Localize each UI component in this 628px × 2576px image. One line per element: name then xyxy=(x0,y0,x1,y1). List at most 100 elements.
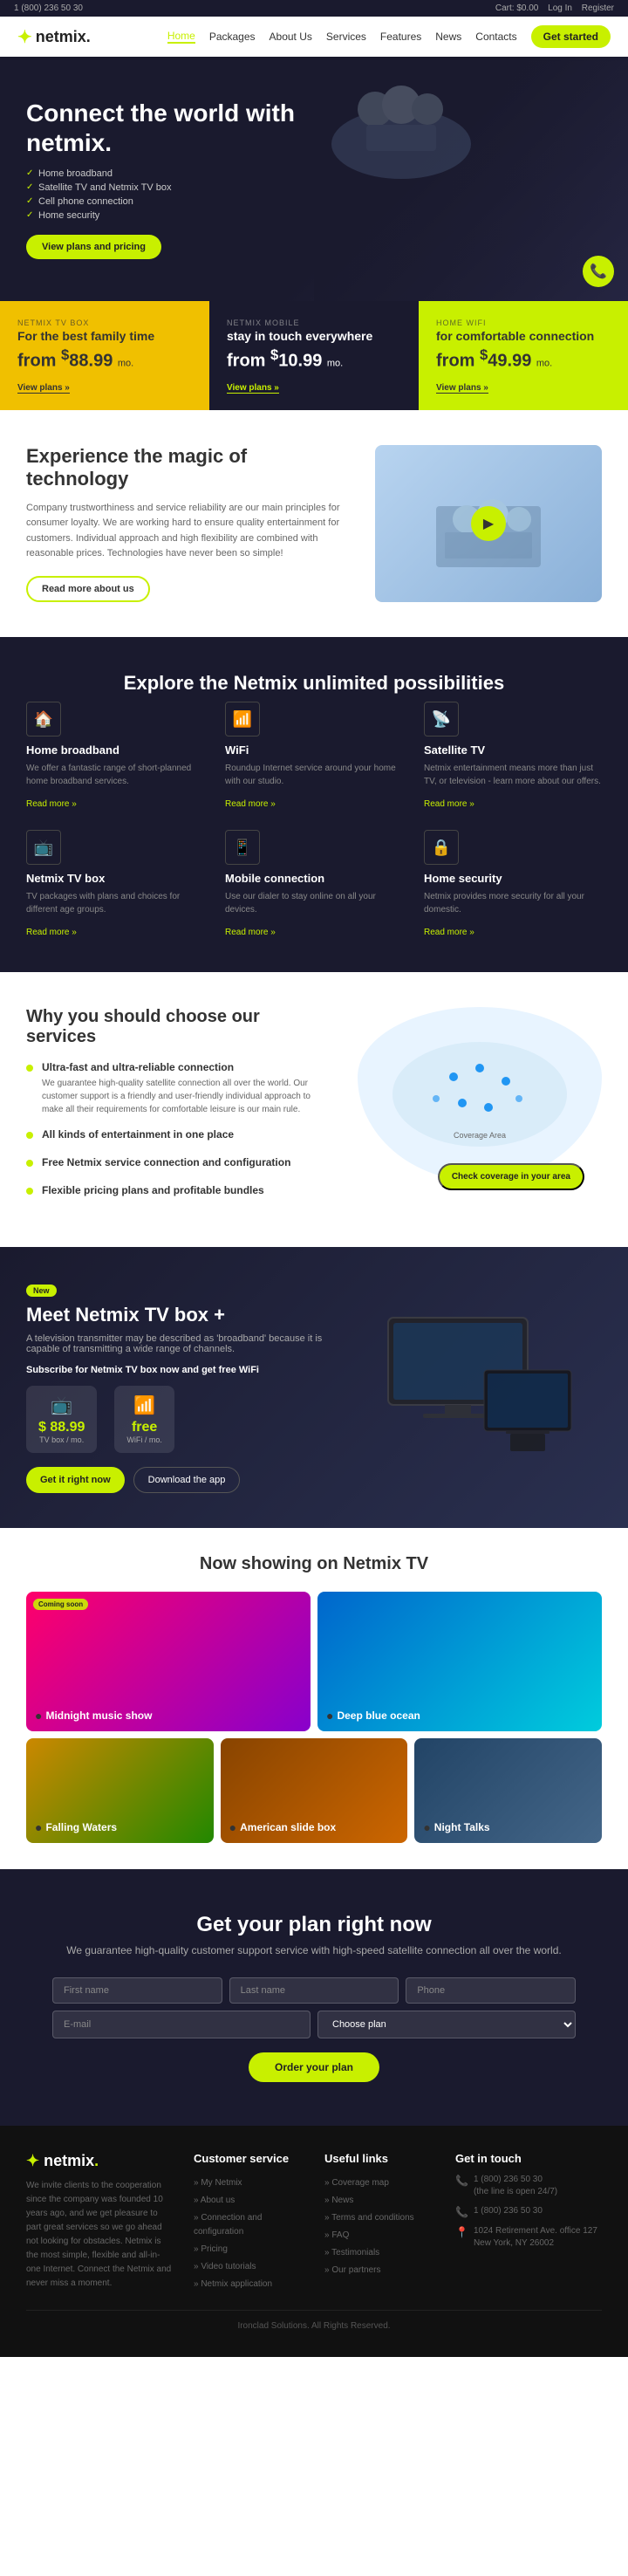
show-play-icon: ● xyxy=(423,1820,430,1834)
show-title: Night Talks xyxy=(434,1821,490,1833)
show-card-night-bg: ● Night Talks xyxy=(414,1738,602,1843)
poss-link[interactable]: Read more » xyxy=(424,799,474,809)
phone-icon: 📞 xyxy=(455,2206,468,2218)
card-label: Netmix TV box xyxy=(17,319,192,327)
show-card-night[interactable]: ● Night Talks xyxy=(414,1738,602,1843)
tvbox-price: $ 88.99 xyxy=(38,1420,85,1435)
tech-section: Experience the magic of technology Compa… xyxy=(0,410,628,637)
feature-item: Satellite TV and Netmix TV box xyxy=(26,182,343,193)
footer-customer-links: » My Netmix » About us » Connection and … xyxy=(194,2174,304,2289)
why-item: Ultra-fast and ultra-reliable connection… xyxy=(26,1061,331,1116)
tvbox-title: Meet Netmix TV box + xyxy=(26,1304,340,1326)
tvbox-get-now-button[interactable]: Get it right now xyxy=(26,1467,125,1493)
plan-select[interactable]: Choose plan Basic Standard Premium xyxy=(317,2011,576,2038)
footer-link[interactable]: » About us xyxy=(194,2196,235,2205)
tvbox-buttons: Get it right now Download the app xyxy=(26,1467,340,1493)
footer-address: 📍 1024 Retirement Ave. office 127 New Yo… xyxy=(455,2225,602,2250)
footer-link[interactable]: » Connection and configuration xyxy=(194,2213,262,2237)
poss-link[interactable]: Read more » xyxy=(424,928,474,937)
tv-icon: 📺 xyxy=(26,830,61,865)
tv-shows-section: Now showing on Netmix TV Coming soon ● M… xyxy=(0,1528,628,1869)
tvbox-download-button[interactable]: Download the app xyxy=(133,1467,241,1493)
phone-float-button[interactable]: 📞 xyxy=(583,256,614,287)
nav-links: Home Packages About Us Services Features… xyxy=(167,25,611,48)
tvbox-subscribe-text: Subscribe for Netmix TV box now and get … xyxy=(26,1365,340,1375)
feature-item: Home broadband xyxy=(26,168,343,179)
poss-link[interactable]: Read more » xyxy=(26,799,77,809)
login-link[interactable]: Log In xyxy=(548,3,572,13)
hero-cta-button[interactable]: View plans and pricing xyxy=(26,235,161,259)
register-link[interactable]: Register xyxy=(582,3,614,13)
show-card-falling[interactable]: ● Falling Waters xyxy=(26,1738,214,1843)
card-link[interactable]: View plans » xyxy=(436,383,488,394)
show-card-american[interactable]: ● American slide box xyxy=(221,1738,408,1843)
why-section: Why you should choose our services Ultra… xyxy=(0,972,628,1247)
show-title: Deep blue ocean xyxy=(337,1709,420,1722)
poss-item-mobile: 📱 Mobile connection Use our dialer to st… xyxy=(225,830,403,937)
nav-about[interactable]: About Us xyxy=(270,31,312,43)
footer-customer-title: Customer service xyxy=(194,2152,304,2165)
first-name-input[interactable] xyxy=(52,1977,222,2004)
tv-shows-title: Now showing on Netmix TV xyxy=(26,1554,602,1574)
card-link[interactable]: View plans » xyxy=(227,383,279,394)
nav-home[interactable]: Home xyxy=(167,30,195,44)
order-plan-button[interactable]: Order your plan xyxy=(249,2052,379,2082)
show-title: Falling Waters xyxy=(45,1821,117,1833)
footer-link[interactable]: » Terms and conditions xyxy=(324,2213,414,2223)
poss-link[interactable]: Read more » xyxy=(26,928,77,937)
footer-link[interactable]: » Coverage map xyxy=(324,2178,389,2188)
wifi-icon: 📶 xyxy=(225,702,260,736)
poss-item-wifi: 📶 WiFi Roundup Internet service around y… xyxy=(225,702,403,809)
poss-title: Netmix TV box xyxy=(26,872,204,885)
nav-contacts[interactable]: Contacts xyxy=(475,31,516,43)
footer-link[interactable]: » Testimonials xyxy=(324,2248,379,2257)
show-card-midnight[interactable]: Coming soon ● Midnight music show xyxy=(26,1592,311,1731)
card-link[interactable]: View plans » xyxy=(17,383,70,394)
why-dot-icon xyxy=(26,1188,33,1195)
footer-link[interactable]: » Our partners xyxy=(324,2265,380,2275)
footer-link[interactable]: » My Netmix xyxy=(194,2178,242,2188)
card-title: stay in touch everywhere xyxy=(227,329,401,343)
cta-subtitle: We guarantee high-quality customer suppo… xyxy=(26,1944,602,1956)
tvbox-free-label: free xyxy=(126,1420,162,1435)
coverage-check-button[interactable]: Check coverage in your area xyxy=(438,1163,584,1190)
footer-useful-list: » Coverage map » News » Terms and condit… xyxy=(324,2174,434,2275)
get-started-button[interactable]: Get started xyxy=(531,25,611,48)
poss-title: Home security xyxy=(424,872,602,885)
cart-link[interactable]: Cart: $0.00 xyxy=(495,3,539,13)
card-price: from $88.99 mo. xyxy=(17,346,192,372)
tvbox-offer-tv-icon: 📺 xyxy=(38,1394,85,1416)
footer-link[interactable]: » Pricing xyxy=(194,2244,228,2254)
poss-link[interactable]: Read more » xyxy=(225,799,276,809)
nav-features[interactable]: Features xyxy=(380,31,421,43)
nav-services[interactable]: Services xyxy=(326,31,366,43)
show-card-american-bg: ● American slide box xyxy=(221,1738,408,1843)
poss-link[interactable]: Read more » xyxy=(225,928,276,937)
footer-link[interactable]: » Netmix application xyxy=(194,2279,272,2289)
phone-input[interactable] xyxy=(406,1977,576,2004)
show-card-deepblue[interactable]: ● Deep blue ocean xyxy=(317,1592,602,1731)
why-item: Free Netmix service connection and confi… xyxy=(26,1156,331,1172)
footer-link[interactable]: » FAQ xyxy=(324,2230,349,2240)
hero-image xyxy=(314,57,628,301)
tech-about-button[interactable]: Read more about us xyxy=(26,576,150,602)
nav-packages[interactable]: Packages xyxy=(209,31,256,43)
footer-link[interactable]: » Video tutorials xyxy=(194,2262,256,2271)
poss-text: TV packages with plans and choices for d… xyxy=(26,890,204,916)
show-card-midnight-bg: Coming soon ● Midnight music show xyxy=(26,1592,311,1731)
last-name-input[interactable] xyxy=(229,1977,399,2004)
tvbox-section: New Meet Netmix TV box + A television tr… xyxy=(0,1247,628,1528)
poss-text: Netmix provides more security for all yo… xyxy=(424,890,602,916)
footer-phone1: 📞 1 (800) 236 50 30 (the line is open 24… xyxy=(455,2174,602,2198)
email-input[interactable] xyxy=(52,2011,311,2038)
footer-link[interactable]: » News xyxy=(324,2196,353,2205)
tv-shows-bottom-row: ● Falling Waters ● American slide box ● … xyxy=(26,1738,602,1843)
possibilities-title: Explore the Netmix unlimited possibiliti… xyxy=(26,672,602,695)
tv-shows-top-row: Coming soon ● Midnight music show ● Deep… xyxy=(26,1592,602,1731)
why-item-title: All kinds of entertainment in one place xyxy=(42,1128,234,1141)
nav-news[interactable]: News xyxy=(435,31,461,43)
tech-content: Experience the magic of technology Compa… xyxy=(26,445,349,602)
play-button[interactable]: ▶ xyxy=(471,506,506,541)
card-price: from $49.99 mo. xyxy=(436,346,611,372)
why-dot-icon xyxy=(26,1132,33,1139)
